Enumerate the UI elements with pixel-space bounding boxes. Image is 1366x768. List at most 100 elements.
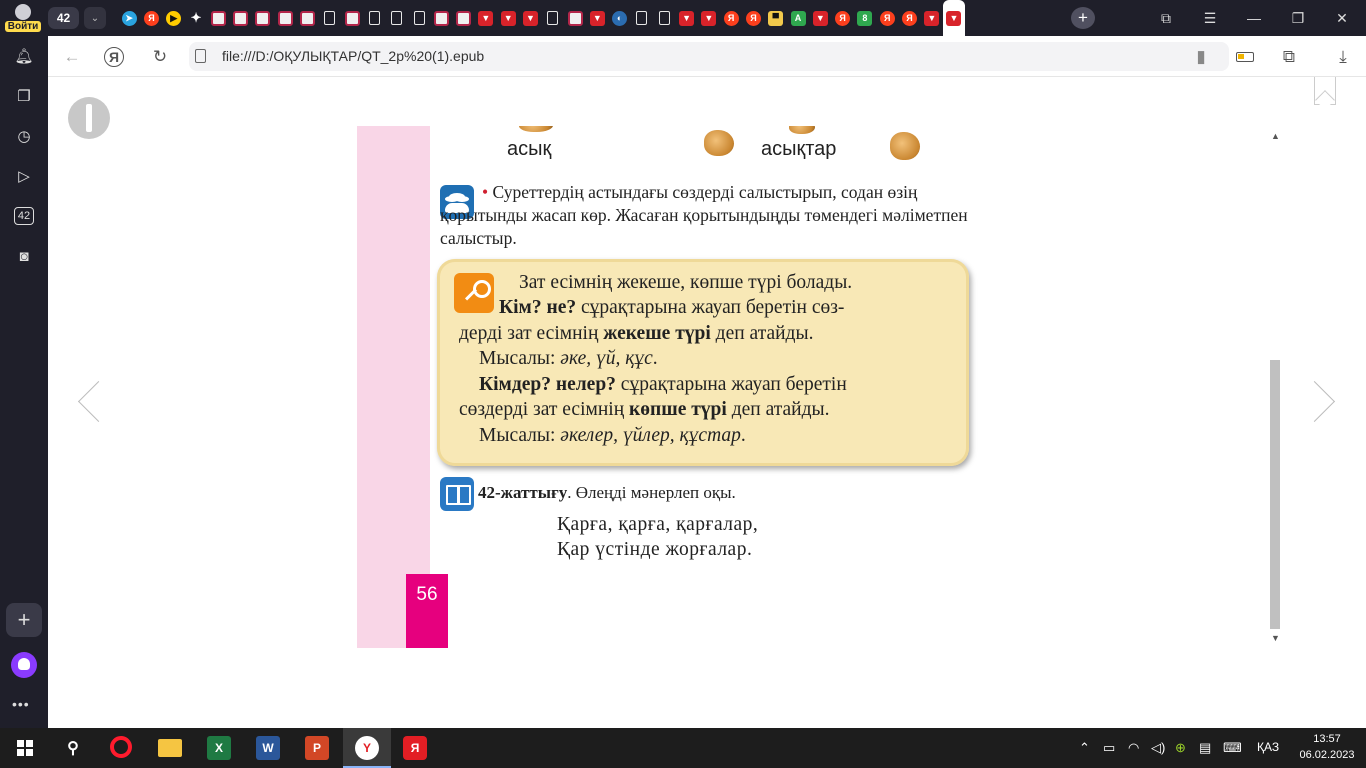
browser-tab[interactable] <box>386 0 408 36</box>
bookmark-icon[interactable]: ▮ <box>1189 45 1213 69</box>
browser-tab[interactable] <box>631 0 653 36</box>
browser-tab[interactable] <box>564 0 586 36</box>
browser-tab[interactable]: ▶ <box>163 0 185 36</box>
browser-tab[interactable]: ✦ <box>185 0 207 36</box>
wildberries-icon <box>255 10 271 26</box>
chevron-down-icon[interactable]: ⌄ <box>84 7 106 29</box>
file-explorer-icon[interactable] <box>158 739 182 757</box>
browser-tab[interactable]: Я <box>720 0 742 36</box>
browser-tab[interactable]: ▼ <box>698 0 720 36</box>
restore-icon[interactable]: ❐ <box>1278 0 1318 36</box>
notifications-icon[interactable]: ▤ <box>1199 740 1211 756</box>
scroll-thumb[interactable] <box>1270 360 1280 629</box>
powerpoint-icon[interactable]: P <box>305 736 329 760</box>
browser-tab[interactable]: ▼ <box>586 0 608 36</box>
browser-tab[interactable] <box>653 0 675 36</box>
menu-icon[interactable]: ☰ <box>1190 0 1230 36</box>
browser-tab[interactable] <box>430 0 452 36</box>
new-tab-button[interactable]: + <box>1071 7 1095 29</box>
yandex-browser-icon[interactable]: Y <box>355 736 379 760</box>
profile-button[interactable]: Войти <box>4 2 42 34</box>
browser-tab[interactable] <box>319 0 341 36</box>
url-field[interactable]: file:///D:/ОҚУЛЫҚТАР/QT_2р%20(1).epub <box>189 42 1229 71</box>
clock[interactable]: 13:57 06.02.2023 <box>1294 731 1360 763</box>
close-icon[interactable]: ✕ <box>1322 0 1362 36</box>
excel-icon[interactable]: X <box>207 736 231 760</box>
browser-tab[interactable]: ➤ <box>118 0 140 36</box>
extensions-icon[interactable]: ⧉ <box>1277 45 1301 69</box>
task-bullet: • <box>482 182 489 202</box>
scroll-up-icon[interactable]: ▲ <box>1271 131 1280 141</box>
browser-tab[interactable]: Я <box>832 0 854 36</box>
browser-sidebar: 🔔︎ ❐ ◷ ▷ 42 ◙ + ••• <box>0 36 48 728</box>
browser-tab[interactable]: ▼ <box>519 0 541 36</box>
history-icon[interactable]: ◷ <box>12 124 36 148</box>
tabs-count-icon[interactable]: 42 <box>12 204 36 228</box>
rule-text: Зат есімнің жекеше, көпше түрі болады. <box>519 272 853 293</box>
browser-tab[interactable] <box>274 0 296 36</box>
downloads-icon[interactable]: ⤓ <box>1331 45 1355 69</box>
browser-tab[interactable] <box>341 0 363 36</box>
browser-tab[interactable]: Я <box>140 0 162 36</box>
browser-tab[interactable]: Я <box>876 0 898 36</box>
exercise-title: 42-жаттығу. Өлеңді мәнерлеп оқы. <box>478 483 736 503</box>
browser-tab[interactable]: ▼ <box>675 0 697 36</box>
rule-line: Кім? не? сұрақтарына жауап беретін сөз- <box>499 297 844 319</box>
browser-tab[interactable]: A <box>787 0 809 36</box>
yandex-app-icon[interactable]: Я <box>403 736 427 760</box>
browser-tab[interactable]: ◐ <box>609 0 631 36</box>
keyboard-icon[interactable]: ⌨ <box>1223 740 1242 756</box>
yandex-logo-icon[interactable]: Я <box>104 47 124 67</box>
exercise-number: 42-жаттығу <box>478 483 568 502</box>
page-margin <box>357 126 430 648</box>
active-browser-tab[interactable]: ▼ <box>942 0 965 36</box>
toc-toggle-button[interactable] <box>68 97 110 139</box>
reload-icon[interactable]: ↻ <box>148 45 172 69</box>
back-icon[interactable]: ← <box>60 45 84 69</box>
browser-tab[interactable] <box>363 0 385 36</box>
bell-icon[interactable]: 🔔︎ <box>12 44 36 68</box>
tab-count-button[interactable]: 42 <box>48 7 79 29</box>
chevron-up-icon[interactable]: ⌃ <box>1079 740 1090 756</box>
search-icon[interactable]: ⚲ <box>61 736 85 760</box>
prev-page-arrow-icon[interactable] <box>74 373 104 429</box>
volume-icon[interactable]: ◁) <box>1151 740 1165 756</box>
browser-tab[interactable] <box>229 0 251 36</box>
browser-tab[interactable]: ▼ <box>921 0 943 36</box>
battery-saver-icon[interactable] <box>1233 45 1257 69</box>
more-icon[interactable]: ••• <box>12 696 30 712</box>
wifi-icon[interactable]: ◠ <box>1128 740 1139 756</box>
start-button[interactable] <box>13 736 37 760</box>
opera-icon[interactable] <box>110 736 132 758</box>
browser-tab[interactable] <box>296 0 318 36</box>
add-panel-button[interactable]: + <box>6 603 42 637</box>
browser-tab[interactable] <box>452 0 474 36</box>
browser-tab[interactable] <box>408 0 430 36</box>
browser-tab[interactable] <box>252 0 274 36</box>
page-scrollbar[interactable]: ▲ ▼ <box>1267 131 1283 645</box>
browser-tab[interactable]: Я <box>742 0 764 36</box>
scroll-down-icon[interactable]: ▼ <box>1271 633 1280 643</box>
language-indicator[interactable]: ҚАЗ <box>1257 740 1279 754</box>
rule-italic: әкелер, үйлер, құстар <box>560 425 741 446</box>
tab-layout-icon[interactable]: ⧉ <box>1146 0 1186 36</box>
browser-tab[interactable]: ▼ <box>809 0 831 36</box>
alice-assistant-icon[interactable] <box>11 652 37 678</box>
next-page-arrow-icon[interactable] <box>1308 373 1338 429</box>
page-bookmark-icon[interactable] <box>1314 77 1336 105</box>
collections-icon[interactable]: ❐ <box>12 84 36 108</box>
browser-tab[interactable] <box>207 0 229 36</box>
browser-tab[interactable]: 8 <box>854 0 876 36</box>
browser-tab[interactable] <box>542 0 564 36</box>
browser-tab[interactable]: ▼ <box>475 0 497 36</box>
rule-bold: жекеше түрі <box>603 323 711 344</box>
battery-icon[interactable]: ▭ <box>1103 740 1115 756</box>
screenshot-icon[interactable]: ◙ <box>12 244 36 268</box>
security-icon[interactable]: ⊕ <box>1175 740 1186 756</box>
browser-tab[interactable]: ▼ <box>497 0 519 36</box>
browser-tab[interactable]: ▀ <box>765 0 787 36</box>
word-icon[interactable]: W <box>256 736 280 760</box>
minimize-icon[interactable]: — <box>1234 0 1274 36</box>
play-icon[interactable]: ▷ <box>12 164 36 188</box>
browser-tab[interactable]: Я <box>898 0 920 36</box>
